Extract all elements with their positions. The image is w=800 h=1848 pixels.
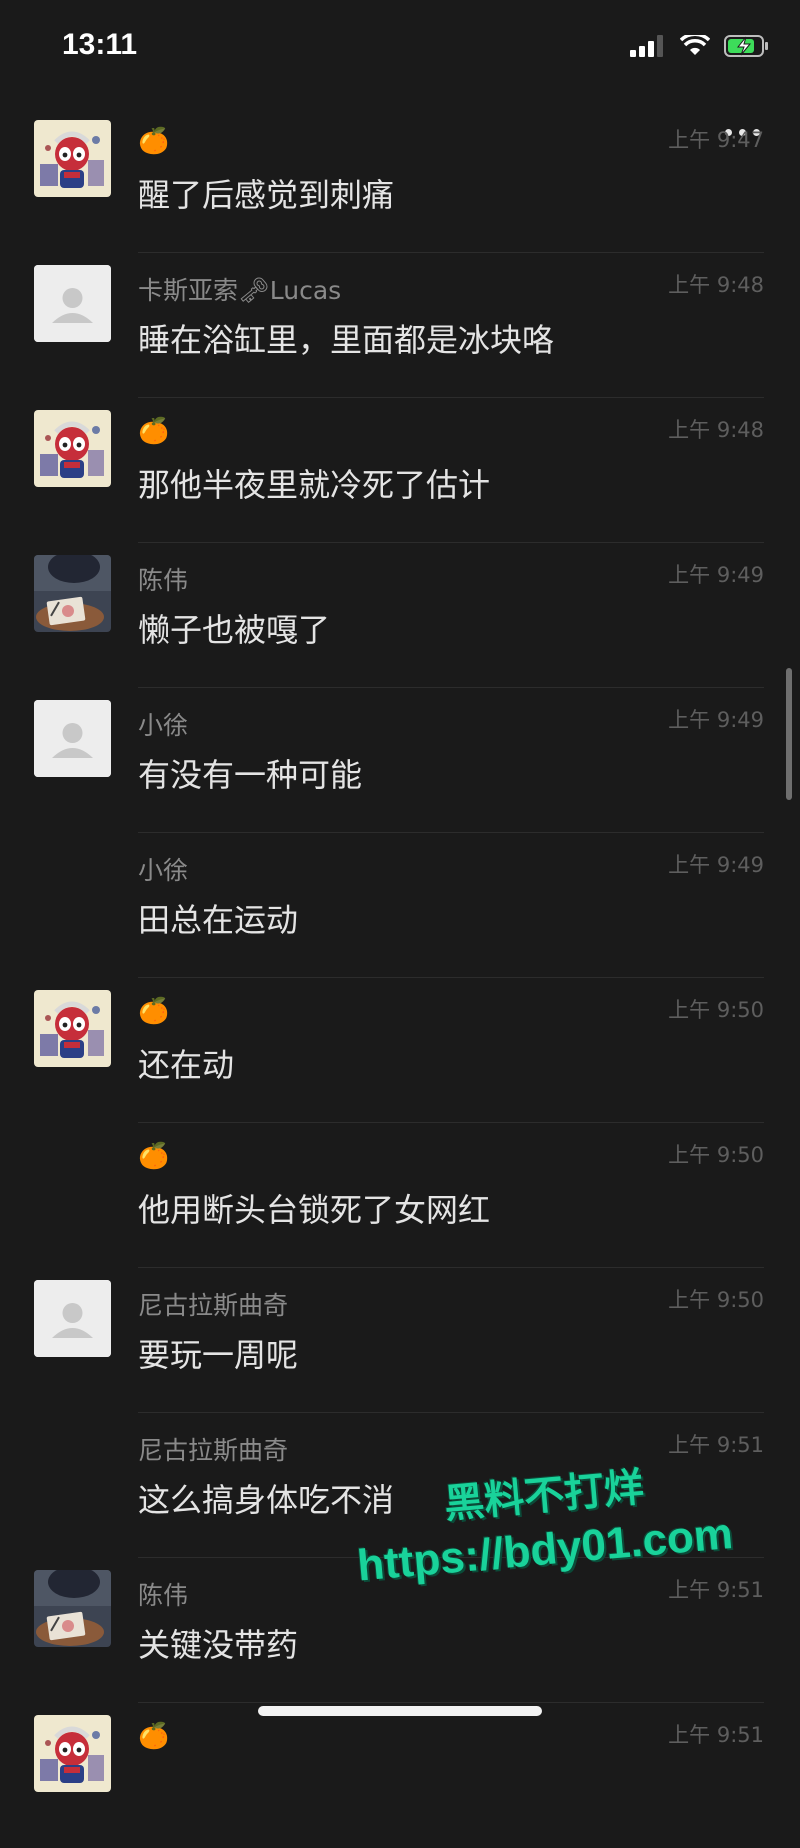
message-time: 上午 9:48 [668, 418, 764, 442]
message-text[interactable]: 关键没带药 [138, 1620, 298, 1666]
message-row[interactable]: 🍊 上午 9:48 那他半夜里就冷死了估计 [0, 398, 800, 543]
message-text[interactable]: 有没有一种可能 [138, 750, 362, 796]
message-time: 上午 9:51 [668, 1578, 764, 1602]
message-time: 上午 9:50 [668, 1288, 764, 1312]
avatar[interactable] [34, 555, 111, 632]
status-time: 13:11 [62, 28, 138, 61]
message-text[interactable]: 他用断头台锁死了女网红 [138, 1185, 490, 1231]
message-row[interactable]: 🍊 上午 9:51 [0, 1703, 800, 1848]
home-indicator[interactable] [258, 1706, 542, 1716]
sender-name[interactable]: 陈伟 [138, 561, 188, 597]
default-avatar-icon[interactable] [34, 265, 111, 342]
wifi-icon [680, 35, 710, 55]
sender-name[interactable]: 🍊 [138, 1721, 169, 1751]
message-text[interactable]: 田总在运动 [138, 895, 298, 941]
sender-name[interactable]: 小徐 [138, 851, 188, 887]
avatar[interactable] [34, 1570, 111, 1647]
sender-name[interactable]: 尼古拉斯曲奇 [138, 1431, 288, 1467]
message-text[interactable]: 那他半夜里就冷死了估计 [138, 460, 490, 506]
message-time: 上午 9:49 [668, 563, 764, 587]
battery-charging-icon [724, 35, 768, 57]
sender-name[interactable]: 陈伟 [138, 1576, 188, 1612]
message-time: 上午 9:49 [668, 708, 764, 732]
message-text[interactable]: 还在动 [138, 1040, 234, 1086]
avatar[interactable] [34, 990, 111, 1067]
avatar[interactable] [34, 410, 111, 487]
message-row[interactable]: 陈伟 上午 9:49 懒子也被嘎了 [0, 543, 800, 688]
sender-name[interactable]: 🍊 [138, 996, 169, 1026]
message-time: 上午 9:48 [668, 273, 764, 297]
signal-icon [630, 35, 663, 57]
avatar[interactable] [34, 1715, 111, 1792]
sender-name[interactable]: 尼古拉斯曲奇 [138, 1286, 288, 1322]
message-time: 上午 9:49 [668, 853, 764, 877]
default-avatar-icon[interactable] [34, 1280, 111, 1357]
message-row[interactable]: 尼古拉斯曲奇 上午 9:50 要玩一周呢 [0, 1268, 800, 1413]
default-avatar-icon[interactable] [34, 700, 111, 777]
message-text[interactable]: 醒了后感觉到刺痛 [138, 170, 394, 216]
message-text[interactable]: 睡在浴缸里，里面都是冰块咯 [138, 315, 554, 361]
sender-name[interactable]: 🍊 [138, 126, 169, 156]
sender-name[interactable]: 🍊 [138, 416, 169, 446]
sender-name[interactable]: 卡斯亚索🗝Lucas [138, 271, 341, 307]
message-row[interactable]: 🍊 上午 9:47 醒了后感觉到刺痛 [0, 108, 800, 253]
message-text[interactable]: 懒子也被嘎了 [138, 605, 330, 651]
scrollbar-thumb[interactable] [786, 668, 792, 800]
message-time: 上午 9:50 [668, 1143, 764, 1167]
message-row[interactable]: 卡斯亚索🗝Lucas 上午 9:48 睡在浴缸里，里面都是冰块咯 [0, 253, 800, 398]
avatar[interactable] [34, 120, 111, 197]
status-icons [630, 34, 770, 58]
message-time: 上午 9:51 [668, 1723, 764, 1747]
message-row[interactable]: 🍊 上午 9:50 他用断头台锁死了女网红 [0, 1123, 800, 1268]
sender-name[interactable]: 🍊 [138, 1141, 169, 1171]
message-time: 上午 9:50 [668, 998, 764, 1022]
status-bar: 13:11 [0, 0, 800, 100]
message-text[interactable]: 要玩一周呢 [138, 1330, 298, 1376]
message-row[interactable]: 小徐 上午 9:49 田总在运动 [0, 833, 800, 978]
message-time: 上午 9:47 [668, 128, 764, 152]
message-row[interactable]: 🍊 上午 9:50 还在动 [0, 978, 800, 1123]
sender-name[interactable]: 小徐 [138, 706, 188, 742]
message-row[interactable]: 小徐 上午 9:49 有没有一种可能 [0, 688, 800, 833]
